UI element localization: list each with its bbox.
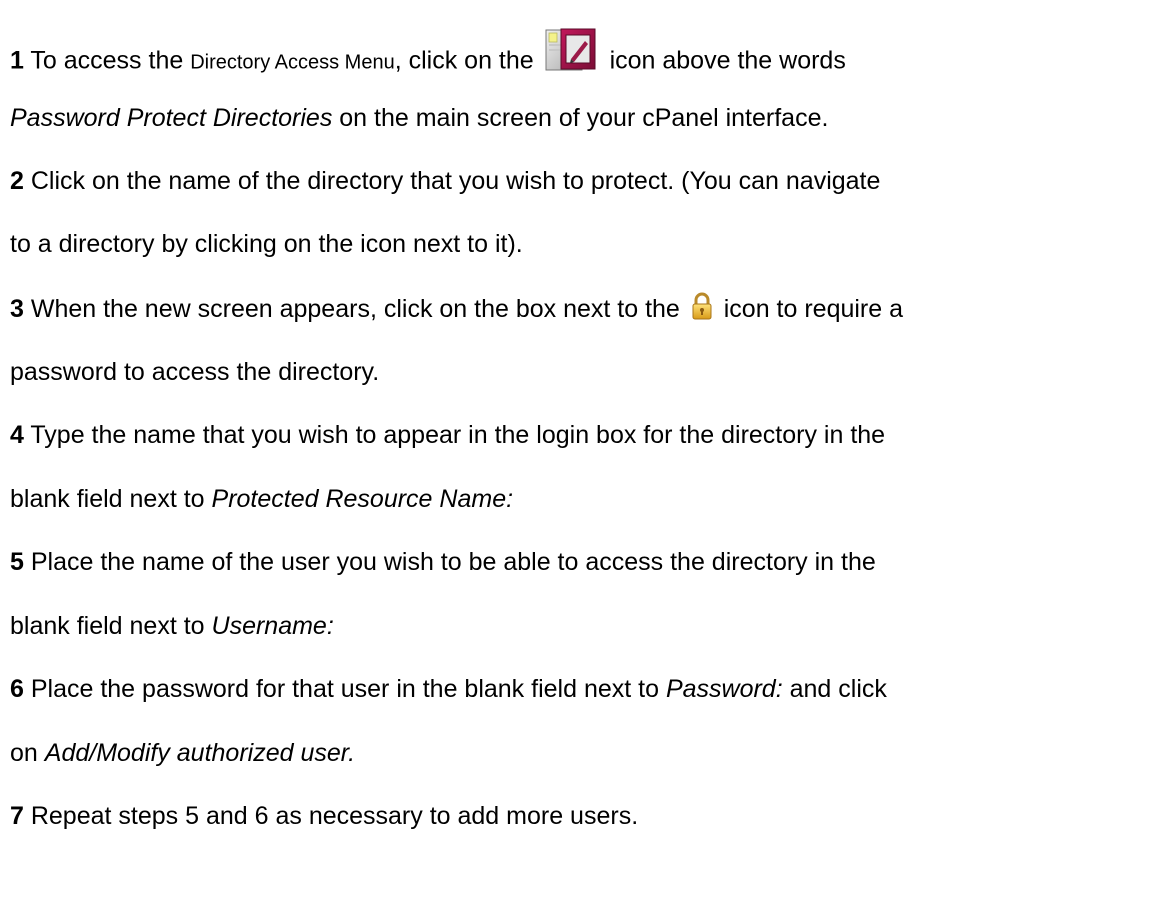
username-label: Username: <box>211 612 334 640</box>
step-number: 2 <box>10 167 24 195</box>
step-number: 3 <box>10 295 24 323</box>
step-7-line-1: 7 Repeat steps 5 and 6 as necessary to a… <box>10 802 639 830</box>
password-protect-directories-icon[interactable] <box>545 27 599 73</box>
step-2-line-1: 2 Click on the name of the directory tha… <box>10 167 881 195</box>
step-6-line-1: 6 Place the password for that user in th… <box>10 675 887 703</box>
step-3-line-2: password to access the directory. <box>10 358 380 386</box>
step-number: 6 <box>10 675 24 703</box>
step-6-line-2: on Add/Modify authorized user. <box>10 739 356 767</box>
add-modify-authorized-user-label: Add/Modify authorized user. <box>44 739 356 767</box>
step-number: 7 <box>10 802 24 830</box>
instructions-document: 1 To access the Directory Access Menu, c… <box>0 0 1156 905</box>
directory-access-menu-label: Directory Access Menu <box>190 51 395 74</box>
step-3-line-1: 3 When the new screen appears, click on … <box>10 291 903 324</box>
step-4-line-1: 4 Type the name that you wish to appear … <box>10 421 886 449</box>
step-1-line-2: Password Protect Directories on the main… <box>10 104 829 132</box>
step-5-line-2: blank field next to Username: <box>10 612 334 640</box>
step-2-line-2: to a directory by clicking on the icon n… <box>10 230 523 258</box>
password-label: Password: <box>665 675 783 703</box>
step-1-line-1: 1 To access the Directory Access Menu, c… <box>10 28 846 75</box>
step-4-line-2: blank field next to Protected Resource N… <box>10 485 514 513</box>
step-5-line-1: 5 Place the name of the user you wish to… <box>10 548 876 576</box>
protected-resource-name-label: Protected Resource Name: <box>211 485 514 513</box>
lock-icon <box>691 291 713 321</box>
password-protect-directories-label: Password Protect Directories <box>10 104 333 132</box>
step-number: 4 <box>10 421 24 449</box>
step-number: 5 <box>10 548 24 576</box>
step-number: 1 <box>10 46 24 75</box>
